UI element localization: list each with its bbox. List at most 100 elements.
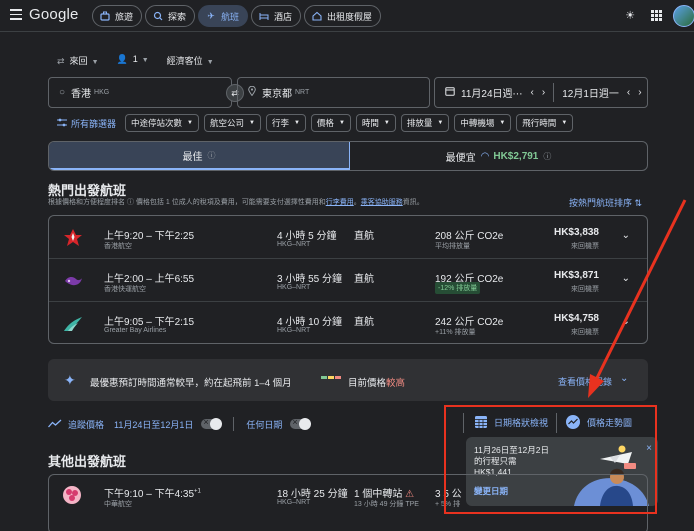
theme-icon[interactable]: ☀ [623,9,637,23]
popup-line2: 的行程只需 [474,456,517,466]
flight-emissions: 208 公斤 CO2e [435,231,504,242]
subtitle-sep: 。 [353,199,361,206]
chevron-down-icon: ▼ [141,57,149,64]
menu-icon[interactable] [10,9,22,21]
flight-duration: 3 小時 55 分鐘 [277,274,343,285]
filter-connecting-airports[interactable]: 中轉機場 ▼ [454,114,512,132]
emissions-note: +11% 排放量 [435,329,476,336]
origin-code: HKG [94,89,110,96]
chevron-left-icon[interactable]: ‹ [531,87,534,98]
china-airlines-logo [61,484,83,509]
sort-by-button[interactable]: 按熱門航班排序 ⇅ [569,196,642,209]
chevron-down-icon[interactable]: ⌄ [622,273,630,284]
info-icon[interactable]: ⓘ [208,150,216,161]
apps-icon[interactable] [651,10,662,21]
tab-cheapest[interactable]: 最便宜 ◠ HK$2,791 ⓘ [350,142,647,170]
chip-label: 航空公司 [209,118,244,128]
destination-field[interactable]: 東京都 NRT [237,77,430,108]
google-logo[interactable]: Google [29,6,79,23]
sort-tabs: 最佳 ⓘ 最便宜 ◠ HK$2,791 ⓘ [48,141,648,171]
chevron-down-icon[interactable]: ⌄ [622,230,630,241]
chip-label: 中轉機場 [460,118,495,128]
chevron-down-icon: ▼ [499,120,506,126]
divider [553,83,555,102]
tab-best[interactable]: 最佳 ⓘ [49,142,350,170]
price-history-link[interactable]: 查看價格記錄 [558,375,612,388]
tab-flights-label: 航班 [221,11,240,22]
filter-times[interactable]: 時間 ▼ [355,114,396,132]
all-filters-label: 所有篩選器 [71,118,117,129]
chevron-left-icon[interactable]: ‹ [627,87,630,98]
filter-bags[interactable]: 行李 ▼ [265,114,306,132]
price-tools: 日期格狀檢視 價格走勢圖 [463,410,648,435]
flight-row[interactable]: 下午9:10 – 下午4:35+1 中華航空 18 小時 25 分鐘 HKG–N… [48,474,648,531]
plane-icon: ✈ [207,10,215,21]
top-bar: Google 旅遊 探索 ✈ 航班 酒店 出租度假屋 ☀ [0,0,694,32]
avatar[interactable] [673,5,694,27]
sparkle-icon: ✦ [64,372,76,388]
tab-hotels-label: 酒店 [274,11,293,22]
loading-icon: ◠ [480,150,490,162]
track-dates-toggle[interactable] [201,417,223,430]
filter-airlines[interactable]: 航空公司 ▼ [203,114,261,132]
return-date: 12月1日週一 [562,89,619,100]
flight-times: 上午9:05 – 下午2:15 [104,317,195,328]
tab-vacation-rentals[interactable]: 出租度假屋 [304,5,382,27]
tab-travel[interactable]: 旅遊 [92,5,143,27]
hk-express-logo [61,269,85,293]
price-graph-button[interactable]: 價格走勢圖 [565,414,632,432]
price-graph-icon [565,414,581,432]
track-prices-bar: 追蹤價格 11月24日至12月1日 任何日期 [48,417,312,431]
filter-price[interactable]: 價格 ▼ [310,114,351,132]
cabin-select[interactable]: 經濟客位 ▼ [167,54,214,67]
tab-hotels[interactable]: 酒店 [251,5,302,27]
passenger-select[interactable]: 👤 1 ▼ [117,54,149,67]
date-field[interactable]: 11月24日週⋯ ‹ › 12月1日週一 ‹ › [434,77,648,108]
emissions-note: + 5% 排 [435,501,461,508]
trip-type-select[interactable]: ⇄ 來回 ▼ [57,54,99,67]
chevron-down-icon[interactable]: ⌄ [620,373,628,384]
filter-duration[interactable]: 飛行時間 ▼ [516,114,574,132]
flight-row[interactable]: 上午2:00 – 上午6:55 香港快運航空 3 小時 55 分鐘 HKG–NR… [49,259,647,302]
bag-fees-link[interactable]: 行李費用 [326,199,354,206]
chip-label: 排放量 [406,118,433,128]
chevron-right-icon[interactable]: › [542,87,545,98]
destination-value: 東京都 [262,89,292,100]
trip-type-label: 來回 [69,56,88,66]
origin-field[interactable]: ○ 香港 HKG [48,77,232,108]
chevron-down-icon[interactable]: ⌄ [622,316,630,327]
flight-emissions: 242 公斤 CO2e [435,317,504,328]
flight-times: 上午2:00 – 上午6:55 [104,274,195,285]
filter-stops[interactable]: 中途停站次數 ▼ [125,114,199,132]
explore-icon [152,10,164,22]
any-dates-toggle[interactable] [290,417,312,430]
airline-name: Greater Bay Airlines [104,327,167,334]
home-icon [311,10,323,22]
flight-row[interactable]: 上午9:20 – 下午2:25 香港航空 4 小時 5 分鐘 HKG–NRT 直… [49,216,647,259]
price-insight-card[interactable]: ✦ 最優惠預訂時間通常較早，約在起飛前 1–4 個月 目前價格較高 查看價格記錄… [48,359,648,401]
any-dates-label: 任何日期 [246,419,283,430]
price-level-value: 較高 [386,378,406,389]
all-filters-button[interactable]: 所有篩選器 [57,117,116,130]
date-grid-icon [474,415,488,431]
flight-row[interactable]: 上午9:05 – 下午2:15 Greater Bay Airlines 4 小… [49,302,647,345]
assistance-link[interactable]: 乘客協助服務 [361,199,403,206]
person-icon: 👤 [116,54,128,64]
tab-explore[interactable]: 探索 [145,5,196,27]
chevron-down-icon: ▼ [91,59,99,66]
trend-icon [48,419,62,430]
tab-flights[interactable]: ✈ 航班 [198,5,249,27]
airline-name: 香港航空 [104,243,132,250]
info-icon[interactable]: ⓘ [127,199,136,206]
chip-label: 飛行時間 [522,118,557,128]
sort-icon: ⇅ [634,198,643,208]
chevron-down-icon: ▼ [437,120,444,126]
price-graph-label: 價格走勢圖 [587,418,633,428]
chevron-right-icon[interactable]: › [638,87,641,98]
date-grid-button[interactable]: 日期格狀檢視 [474,415,548,431]
fare-type: 來回機票 [571,329,599,336]
tune-icon [57,118,67,129]
filter-emissions[interactable]: 排放量 ▼ [400,114,450,132]
fare-type: 來回機票 [571,243,599,250]
info-icon[interactable]: ⓘ [543,151,551,162]
